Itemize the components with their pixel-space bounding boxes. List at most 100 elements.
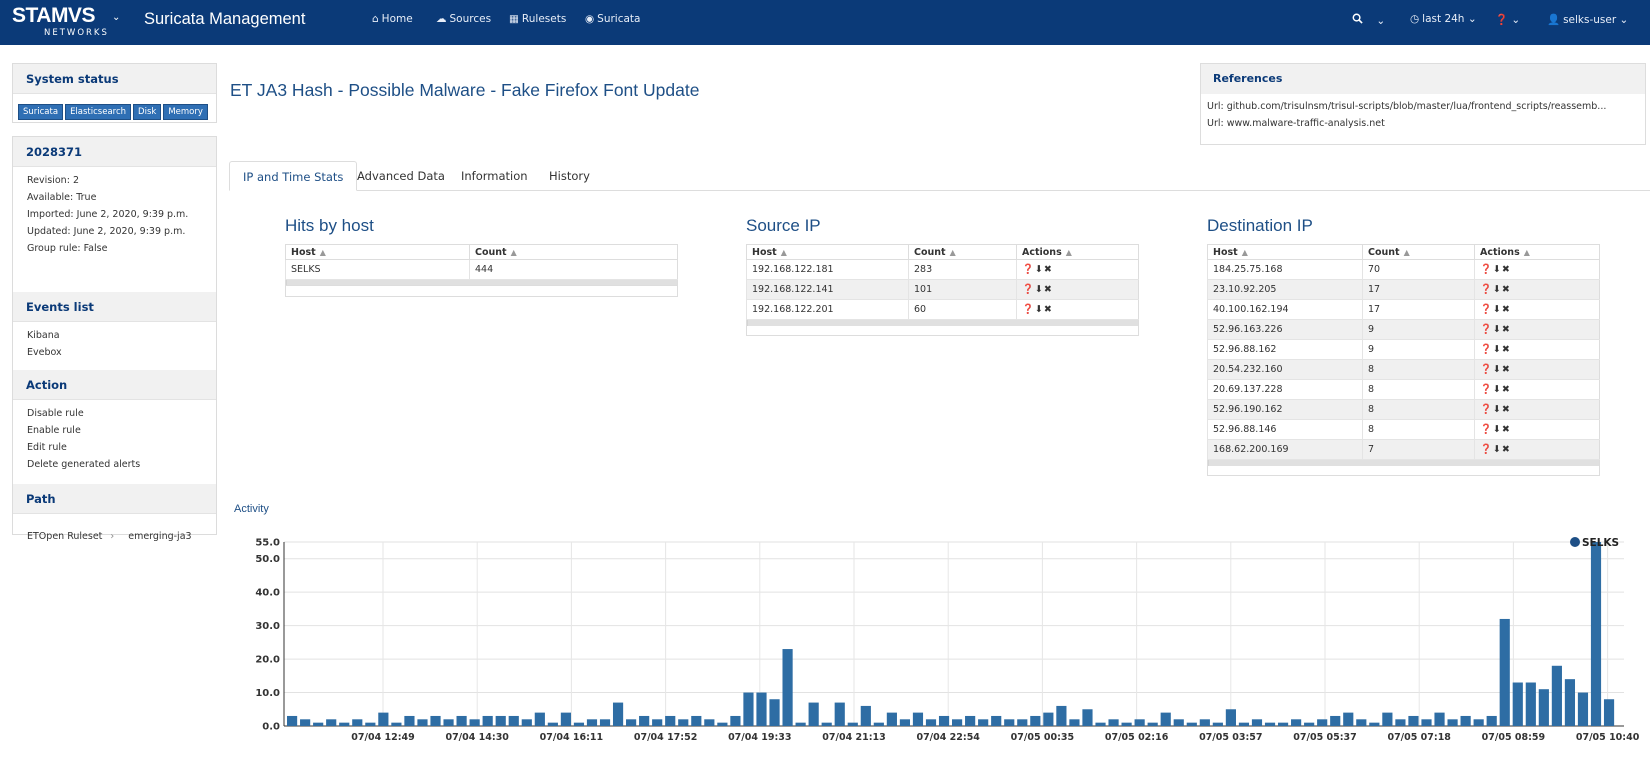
cell-host[interactable]: 52.96.190.162: [1207, 399, 1363, 420]
info-icon[interactable]: ❓: [1480, 264, 1493, 275]
cell-host[interactable]: 184.25.75.168: [1207, 259, 1363, 280]
cell-count: 7: [1362, 439, 1475, 460]
download-icon[interactable]: ⬇: [1493, 324, 1502, 335]
cell-host[interactable]: 192.168.122.201: [746, 299, 909, 320]
cell-host[interactable]: 20.69.137.228: [1207, 379, 1363, 400]
cell-host[interactable]: 20.54.232.160: [1207, 359, 1363, 380]
chart-bar: [1264, 722, 1276, 726]
column-header-actions[interactable]: Actions ▲: [1016, 244, 1139, 260]
close-icon[interactable]: ✖: [1502, 284, 1511, 295]
x-tick-label: 07/05 00:35: [1011, 732, 1074, 743]
tab-information[interactable]: Information: [448, 161, 541, 191]
info-icon[interactable]: ❓: [1022, 284, 1035, 295]
delete-alerts-link[interactable]: Delete generated alerts: [13, 456, 216, 473]
user-dropdown[interactable]: 👤 selks-user ⌄: [1547, 13, 1628, 26]
search-dropdown[interactable]: ⌄: [1352, 13, 1385, 27]
nav-home[interactable]: ⌂ Home: [372, 13, 413, 25]
download-icon[interactable]: ⬇: [1035, 304, 1044, 315]
time-range-dropdown[interactable]: ◷ last 24h ⌄: [1410, 13, 1477, 25]
chart-bar: [326, 719, 337, 726]
column-header-count[interactable]: Count ▲: [1362, 244, 1475, 260]
tab-advanced-data[interactable]: Advanced Data: [344, 161, 458, 191]
close-icon[interactable]: ✖: [1502, 384, 1511, 395]
download-icon[interactable]: ⬇: [1493, 404, 1502, 415]
column-header-count[interactable]: Count ▲: [908, 244, 1017, 260]
close-icon[interactable]: ✖: [1502, 364, 1511, 375]
rule-info-updated: Updated: June 2, 2020, 9:39 p.m.: [13, 223, 216, 240]
close-icon[interactable]: ✖: [1502, 444, 1511, 455]
cell-host[interactable]: 192.168.122.181: [746, 259, 909, 280]
download-icon[interactable]: ⬇: [1493, 444, 1502, 455]
chart-bar: [782, 649, 793, 726]
nav-rulesets[interactable]: ▦ Rulesets: [509, 13, 566, 25]
x-tick-label: 07/05 03:57: [1199, 732, 1262, 743]
cell-host[interactable]: 52.96.88.146: [1207, 419, 1363, 440]
download-icon[interactable]: ⬇: [1035, 264, 1044, 275]
cell-actions: ❓⬇✖: [1474, 359, 1600, 380]
info-icon[interactable]: ❓: [1480, 424, 1493, 435]
cell-host[interactable]: 23.10.92.205: [1207, 279, 1363, 300]
column-header-host[interactable]: Host ▲: [746, 244, 909, 260]
nav-suricata[interactable]: ◉ Suricata: [585, 13, 640, 25]
reference-item[interactable]: Url: github.com/trisulnsm/trisul-scripts…: [1201, 98, 1645, 115]
close-icon[interactable]: ✖: [1044, 304, 1053, 315]
header-label: Count: [1368, 246, 1400, 258]
download-icon[interactable]: ⬇: [1493, 364, 1502, 375]
close-icon[interactable]: ✖: [1502, 344, 1511, 355]
close-icon[interactable]: ✖: [1502, 304, 1511, 315]
close-icon[interactable]: ✖: [1502, 264, 1511, 275]
download-icon[interactable]: ⬇: [1493, 264, 1502, 275]
chart-bar: [1395, 719, 1406, 726]
enable-rule-link[interactable]: Enable rule: [13, 422, 216, 439]
close-icon[interactable]: ✖: [1502, 404, 1511, 415]
cell-host[interactable]: 168.62.200.169: [1207, 439, 1363, 460]
status-badge-memory[interactable]: Memory: [163, 104, 208, 120]
column-header-actions[interactable]: Actions ▲: [1474, 244, 1600, 260]
events-link-kibana[interactable]: Kibana: [13, 327, 216, 344]
cell-host[interactable]: 192.168.122.141: [746, 279, 909, 300]
cell-actions: ❓⬇✖: [1016, 279, 1139, 300]
events-link-evebox[interactable]: Evebox: [13, 344, 216, 361]
column-header-count[interactable]: Count ▲: [469, 244, 678, 260]
close-icon[interactable]: ✖: [1502, 424, 1511, 435]
download-icon[interactable]: ⬇: [1493, 284, 1502, 295]
status-badge-elasticsearch[interactable]: Elasticsearch: [65, 104, 132, 120]
reference-url[interactable]: www.malware-traffic-analysis.net: [1227, 118, 1385, 129]
tab-history[interactable]: History: [536, 161, 603, 191]
info-icon[interactable]: ❓: [1480, 324, 1493, 335]
cell-host[interactable]: 40.100.162.194: [1207, 299, 1363, 320]
disable-rule-link[interactable]: Disable rule: [13, 405, 216, 422]
info-icon[interactable]: ❓: [1480, 404, 1493, 415]
reference-item[interactable]: Url: www.malware-traffic-analysis.net: [1201, 115, 1645, 132]
info-icon[interactable]: ❓: [1480, 304, 1493, 315]
info-icon[interactable]: ❓: [1022, 304, 1035, 315]
close-icon[interactable]: ✖: [1502, 324, 1511, 335]
nav-sources[interactable]: ☁ Sources: [436, 13, 491, 25]
info-icon[interactable]: ❓: [1480, 284, 1493, 295]
path-item-ruleset[interactable]: ETOpen Ruleset: [27, 531, 102, 542]
cell-host[interactable]: 52.96.163.226: [1207, 319, 1363, 340]
column-header-host[interactable]: Host ▲: [285, 244, 470, 260]
tab-ip-time-stats[interactable]: IP and Time Stats: [229, 161, 358, 191]
download-icon[interactable]: ⬇: [1035, 284, 1044, 295]
download-icon[interactable]: ⬇: [1493, 344, 1502, 355]
edit-rule-link[interactable]: Edit rule: [13, 439, 216, 456]
brand-logo[interactable]: STAMVS NETWORKS ⌄: [12, 5, 122, 40]
help-dropdown[interactable]: ❓ ⌄: [1495, 13, 1520, 26]
reference-url[interactable]: github.com/trisulnsm/trisul-scripts/blob…: [1227, 101, 1607, 112]
download-icon[interactable]: ⬇: [1493, 424, 1502, 435]
close-icon[interactable]: ✖: [1044, 284, 1053, 295]
download-icon[interactable]: ⬇: [1493, 304, 1502, 315]
info-icon[interactable]: ❓: [1480, 384, 1493, 395]
cell-host[interactable]: 52.96.88.162: [1207, 339, 1363, 360]
info-icon[interactable]: ❓: [1022, 264, 1035, 275]
status-badge-suricata[interactable]: Suricata: [18, 104, 64, 120]
download-icon[interactable]: ⬇: [1493, 384, 1502, 395]
info-icon[interactable]: ❓: [1480, 364, 1493, 375]
status-badge-disk[interactable]: Disk: [133, 104, 162, 120]
path-item-category[interactable]: emerging-ja3: [128, 531, 191, 542]
info-icon[interactable]: ❓: [1480, 344, 1493, 355]
column-header-host[interactable]: Host ▲: [1207, 244, 1363, 260]
close-icon[interactable]: ✖: [1044, 264, 1053, 275]
info-icon[interactable]: ❓: [1480, 444, 1493, 455]
